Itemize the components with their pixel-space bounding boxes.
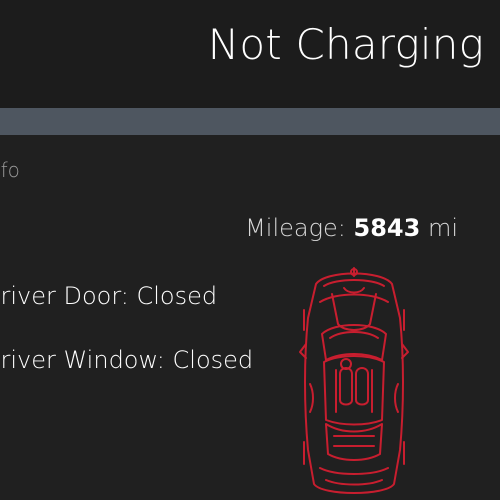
section-divider — [0, 108, 500, 135]
mileage-unit: mi — [427, 214, 458, 242]
header: Not Charging — [0, 0, 500, 108]
car-top-view-icon — [299, 267, 409, 494]
info-section-label: Info — [0, 158, 20, 182]
charging-status: Not Charging — [207, 20, 484, 69]
mileage-readout: Mileage: 5843 mi — [245, 214, 458, 242]
mileage-value: 5843 — [353, 214, 421, 242]
vehicle-status-screen: Not Charging Info Mileage: 5843 mi Drive… — [0, 0, 500, 500]
mileage-label: Mileage: — [245, 214, 346, 242]
driver-door-status: Driver Door: Closed — [0, 282, 218, 310]
driver-window-status: Driver Window: Closed — [0, 346, 254, 374]
